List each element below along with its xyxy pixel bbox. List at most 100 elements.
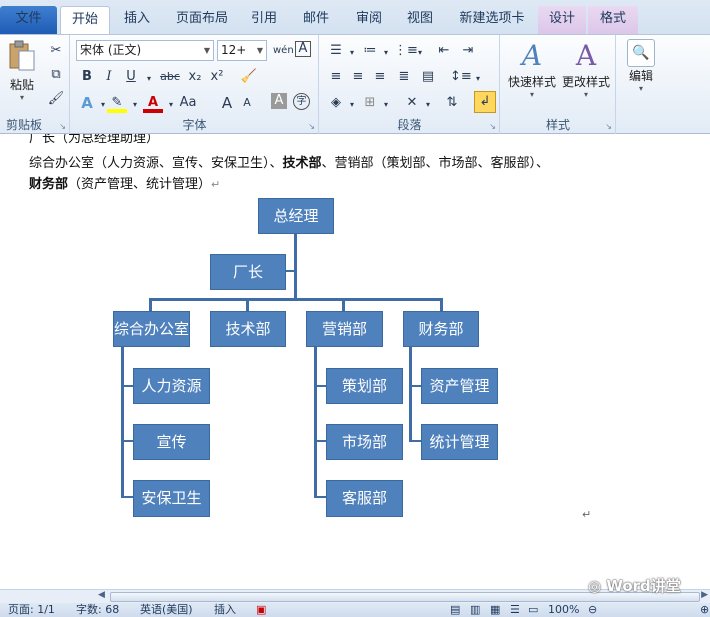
doc-text-bold: 财务部 [29, 177, 69, 192]
phonetic-guide-icon[interactable]: wén [273, 41, 294, 61]
web-layout-icon[interactable]: ▦ [490, 603, 500, 617]
align-left-icon[interactable]: ≡ [326, 67, 346, 87]
org-box-department[interactable]: 营销部 [306, 311, 383, 347]
clear-formatting-icon[interactable]: 🧹 [239, 67, 259, 87]
paragraph-launcher-icon[interactable]: ↘ [489, 122, 496, 131]
org-box-sub-unit[interactable]: 客服部 [326, 480, 403, 517]
format-painter-icon[interactable]: 🖌 [46, 89, 66, 109]
underline-button[interactable]: U [121, 67, 141, 87]
tab-new-tab[interactable]: 新建选项卡 [452, 6, 532, 34]
enclose-characters-icon[interactable]: 字 [293, 93, 310, 110]
distributed-icon[interactable]: ▤ [418, 67, 438, 87]
bold-button[interactable]: B [77, 67, 97, 87]
tab-review[interactable]: 审阅 [346, 6, 392, 34]
status-language[interactable]: 英语(美国) [140, 603, 193, 617]
increase-indent-icon[interactable]: ⇥ [458, 41, 478, 61]
justify-icon[interactable]: ≣ [394, 67, 414, 87]
print-layout-icon[interactable]: ▤ [450, 603, 460, 617]
italic-button[interactable]: I [99, 67, 119, 87]
org-box-sub-unit[interactable]: 统计管理 [421, 424, 498, 460]
org-box-sub-unit[interactable]: 宣传 [133, 424, 210, 460]
document-area[interactable]: 厂长（为总经理助理） 综合办公室（人力资源、宣传、安保卫生）、技术部、营销部（策… [0, 134, 710, 589]
decrease-indent-icon[interactable]: ⇤ [434, 41, 454, 61]
status-word-count[interactable]: 字数: 68 [76, 603, 119, 617]
subscript-button[interactable]: x₂ [185, 67, 205, 87]
clipboard-launcher-icon[interactable]: ↘ [59, 122, 66, 131]
paste-label: 粘贴 [9, 78, 34, 92]
tab-home[interactable]: 开始 [60, 6, 110, 34]
org-box-sub-unit[interactable]: 人力资源 [133, 368, 210, 404]
draft-view-icon[interactable]: ▭ [528, 603, 538, 617]
org-box-factory-director[interactable]: 厂长 [210, 254, 286, 290]
superscript-button[interactable]: x² [207, 67, 227, 87]
font-color-icon[interactable]: A [143, 93, 163, 113]
org-box-sub-unit[interactable]: 策划部 [326, 368, 403, 404]
change-case-button[interactable]: Aa [175, 93, 201, 113]
font-name-combo[interactable]: 宋体 (正文) ▼ [76, 40, 214, 61]
tab-page-layout[interactable]: 页面布局 [166, 6, 238, 34]
styles-launcher-icon[interactable]: ↘ [605, 122, 612, 131]
editing-group: 🔍 编辑 ▾ [617, 35, 663, 135]
change-styles-button[interactable]: A 更改样式 ▾ [559, 39, 613, 105]
ribbon: 粘贴 ▾ ✂ ⧉ 🖌 剪贴板 ↘ 宋体 (正文) ▼ 12+ ▼ wén A B… [0, 34, 710, 135]
highlight-icon[interactable]: ✎ [107, 93, 127, 113]
edit-button[interactable]: 🔍 编辑 ▾ [623, 39, 659, 105]
scroll-left-icon[interactable]: ◀ [98, 590, 105, 600]
chevron-down-icon[interactable]: ▾ [468, 69, 488, 89]
zoom-in-icon[interactable]: ⊕ [700, 603, 709, 617]
chevron-down-icon[interactable]: ▾ [376, 95, 396, 115]
quick-styles-button[interactable]: A 快速样式 ▾ [505, 39, 559, 105]
cut-icon[interactable]: ✂ [46, 41, 66, 61]
status-page[interactable]: 页面: 1/1 [8, 603, 55, 617]
align-right-icon[interactable]: ≡ [370, 67, 390, 87]
tab-file[interactable]: 文件 [0, 6, 57, 34]
org-box-general-manager[interactable]: 总经理 [258, 198, 334, 234]
tab-design[interactable]: 设计 [538, 6, 586, 34]
zoom-level[interactable]: 100% [548, 603, 579, 617]
zoom-out-icon[interactable]: ⊖ [588, 603, 597, 617]
font-size-combo[interactable]: 12+ ▼ [217, 40, 267, 61]
chevron-down-icon[interactable]: ▾ [342, 95, 362, 115]
line-spacing-icon[interactable]: ↕≡ [450, 67, 472, 87]
full-screen-reading-icon[interactable]: ▥ [470, 603, 480, 617]
status-insert-mode[interactable]: 插入 [214, 603, 236, 617]
chevron-down-icon[interactable]: ▾ [376, 43, 396, 63]
align-center-icon[interactable]: ≡ [348, 67, 368, 87]
font-launcher-icon[interactable]: ↘ [308, 122, 315, 131]
paste-button[interactable]: 粘贴 ▾ [4, 39, 40, 102]
chevron-down-icon[interactable]: ▾ [342, 43, 362, 63]
org-box-department[interactable]: 技术部 [210, 311, 286, 347]
character-border-icon[interactable]: A [295, 41, 311, 57]
org-box-sub-unit[interactable]: 市场部 [326, 424, 403, 460]
chevron-down-icon[interactable]: ▾ [125, 95, 145, 115]
doc-line-1: 综合办公室（人力资源、宣传、安保卫生）、技术部、营销部（策划部、市场部、客服部）… [29, 152, 549, 171]
change-styles-icon: A [575, 39, 597, 72]
org-box-sub-unit[interactable]: 资产管理 [421, 368, 498, 404]
tab-insert[interactable]: 插入 [112, 6, 162, 34]
tab-format[interactable]: 格式 [588, 6, 638, 34]
grow-font-button[interactable]: A [217, 93, 237, 113]
org-box-sub-unit[interactable]: 安保卫生 [133, 480, 210, 517]
org-box-department[interactable]: 综合办公室 [113, 311, 190, 347]
copy-icon[interactable]: ⧉ [46, 65, 66, 85]
chevron-down-icon: ▼ [256, 46, 263, 55]
connector-line [440, 298, 443, 312]
strikethrough-button[interactable]: abc [157, 67, 183, 87]
macro-record-icon[interactable]: ▣ [256, 603, 266, 617]
shrink-font-button[interactable]: A [237, 93, 257, 113]
chevron-down-icon[interactable]: ▾ [410, 43, 430, 63]
connector-line [314, 347, 317, 497]
chevron-down-icon[interactable]: ▾ [418, 95, 438, 115]
tab-view[interactable]: 视图 [396, 6, 444, 34]
character-shading-button[interactable]: A [271, 93, 287, 109]
tab-references[interactable]: 引用 [242, 6, 286, 34]
org-box-department[interactable]: 财务部 [403, 311, 479, 347]
sort-icon[interactable]: ⇅ [442, 93, 462, 113]
scroll-right-icon[interactable]: ▶ [701, 590, 708, 600]
show-marks-icon[interactable]: ↲ [474, 91, 496, 113]
outline-view-icon[interactable]: ☰ [510, 603, 520, 617]
connector-line [149, 298, 152, 312]
paste-dropdown-icon[interactable]: ▾ [4, 93, 40, 102]
chevron-down-icon[interactable]: ▾ [139, 69, 159, 89]
tab-mailings[interactable]: 邮件 [292, 6, 340, 34]
